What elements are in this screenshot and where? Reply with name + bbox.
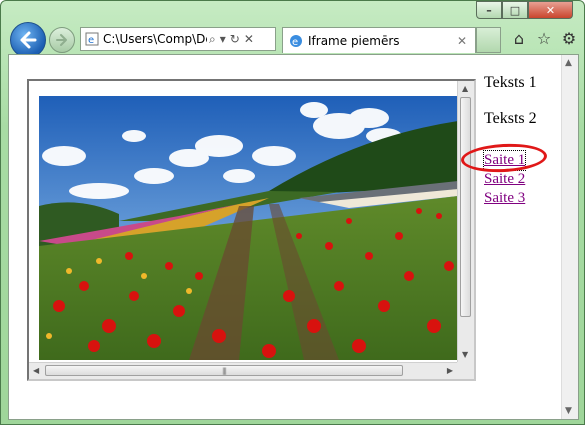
flower-field-photo: [39, 96, 458, 360]
browser-window: – □ ✕ e C:\Users\Comp\De ⌕ ▾ ↻ ✕ e Ifram…: [0, 0, 585, 425]
tab-close-icon[interactable]: ✕: [457, 34, 467, 48]
scrollbar-corner: [457, 362, 474, 379]
link-saite-3[interactable]: Saite 3: [484, 189, 525, 208]
iframe-vertical-thumb[interactable]: [460, 97, 471, 317]
stop-icon[interactable]: ✕: [244, 32, 254, 47]
ie-logo-icon: e: [290, 34, 302, 48]
iframe-vertical-scrollbar[interactable]: ▲ ▼: [457, 81, 474, 362]
forward-arrow-icon: [56, 34, 67, 46]
home-icon[interactable]: ⌂: [510, 29, 528, 48]
chevron-down-icon[interactable]: ▾: [220, 32, 226, 47]
close-window-button[interactable]: ✕: [528, 1, 573, 19]
address-bar[interactable]: e C:\Users\Comp\De ⌕ ▾ ↻ ✕: [80, 27, 276, 51]
search-icon[interactable]: ⌕: [209, 32, 216, 47]
refresh-icon[interactable]: ↻: [230, 32, 240, 47]
text-1: Teksts 1: [484, 74, 537, 91]
iframe-scroll-right-icon[interactable]: ▶: [447, 366, 453, 375]
link-saite-2[interactable]: Saite 2: [484, 170, 525, 189]
side-texts: Teksts 1 Teksts 2: [484, 74, 537, 128]
address-input[interactable]: C:\Users\Comp\De: [103, 32, 207, 46]
favorites-icon[interactable]: ☆: [535, 29, 553, 48]
tab-title: Iframe piemērs: [308, 33, 400, 48]
forward-button[interactable]: [49, 27, 75, 53]
iframe-scroll-down-icon[interactable]: ▼: [462, 350, 468, 359]
gear-icon[interactable]: ⚙: [560, 29, 578, 48]
scroll-up-icon[interactable]: ▲: [565, 58, 572, 68]
maximize-button[interactable]: □: [502, 1, 528, 19]
back-arrow-icon: [20, 31, 37, 49]
iframe-scroll-left-icon[interactable]: ◀: [33, 366, 39, 375]
iframe-horizontal-scrollbar[interactable]: ◀ ||| ▶: [29, 362, 457, 379]
iframe-frame[interactable]: ▲ ▼ ◀ ||| ▶: [27, 79, 476, 381]
iframe-scroll-up-icon[interactable]: ▲: [462, 84, 468, 93]
back-button[interactable]: [10, 22, 46, 58]
svg-text:e: e: [88, 35, 94, 46]
minimize-button[interactable]: –: [476, 1, 502, 19]
scroll-down-icon[interactable]: ▼: [565, 406, 572, 416]
page-vertical-scrollbar[interactable]: ▲ ▼: [561, 55, 578, 419]
svg-text:e: e: [292, 37, 298, 48]
ie-page-icon: e: [85, 32, 99, 46]
page-content: ▲ ▼ ▲ ▼ ◀ ||| ▶ Teksts 1 Teksts 2 Saite …: [8, 54, 579, 420]
tab-iframe-example[interactable]: e Iframe piemērs ✕: [282, 27, 476, 53]
iframe-horizontal-thumb[interactable]: |||: [45, 365, 403, 376]
text-2: Teksts 2: [484, 110, 537, 127]
new-tab-button[interactable]: [476, 27, 501, 53]
